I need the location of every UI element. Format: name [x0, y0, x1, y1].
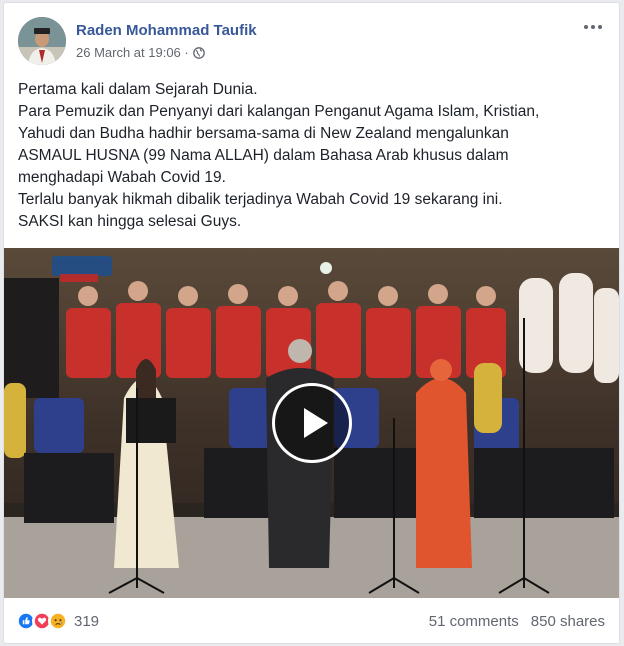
post-footer: 319 51 comments 850 shares	[4, 603, 619, 643]
post-text-line: menghadapi Wabah Covid 19.	[18, 169, 226, 186]
post-timestamp[interactable]: 26 March at 19:06 ·	[76, 45, 189, 60]
reaction-count: 319	[74, 612, 100, 630]
comments-count[interactable]: 51 comments	[429, 613, 519, 630]
post-text-line: Pertama kali dalam Sejarah Dunia.	[18, 81, 258, 98]
more-options-icon[interactable]	[579, 17, 607, 37]
shares-count[interactable]: 850 shares	[531, 613, 605, 630]
post-text-line: ASMAUL HUSNA (99 Nama ALLAH) dalam Bahas…	[18, 147, 509, 164]
post-stats: 51 comments 850 shares	[429, 613, 605, 630]
post-card: Raden Mohammad Taufik 26 March at 19:06 …	[3, 2, 620, 644]
reactions-summary[interactable]: 319	[16, 611, 99, 631]
post-text-line: Yahudi dan Budha hadhir bersama-sama di …	[18, 125, 509, 142]
avatar[interactable]	[18, 17, 66, 65]
author-name[interactable]: Raden Mohammad Taufik	[76, 22, 257, 39]
post-text-line: SAKSI kan hingga selesai Guys.	[18, 213, 242, 230]
post-text-line: Para Pemuzik dan Penyanyi dari kalangan …	[18, 103, 540, 120]
post-text: Pertama kali dalam Sejarah Dunia. Para P…	[18, 79, 608, 233]
post-meta: 26 March at 19:06 ·	[76, 45, 205, 60]
sad-icon	[48, 611, 68, 631]
globe-icon	[192, 46, 205, 59]
post-text-line: Terlalu banyak hikmah dibalik terjadinya…	[18, 191, 503, 208]
play-icon[interactable]	[272, 383, 352, 463]
